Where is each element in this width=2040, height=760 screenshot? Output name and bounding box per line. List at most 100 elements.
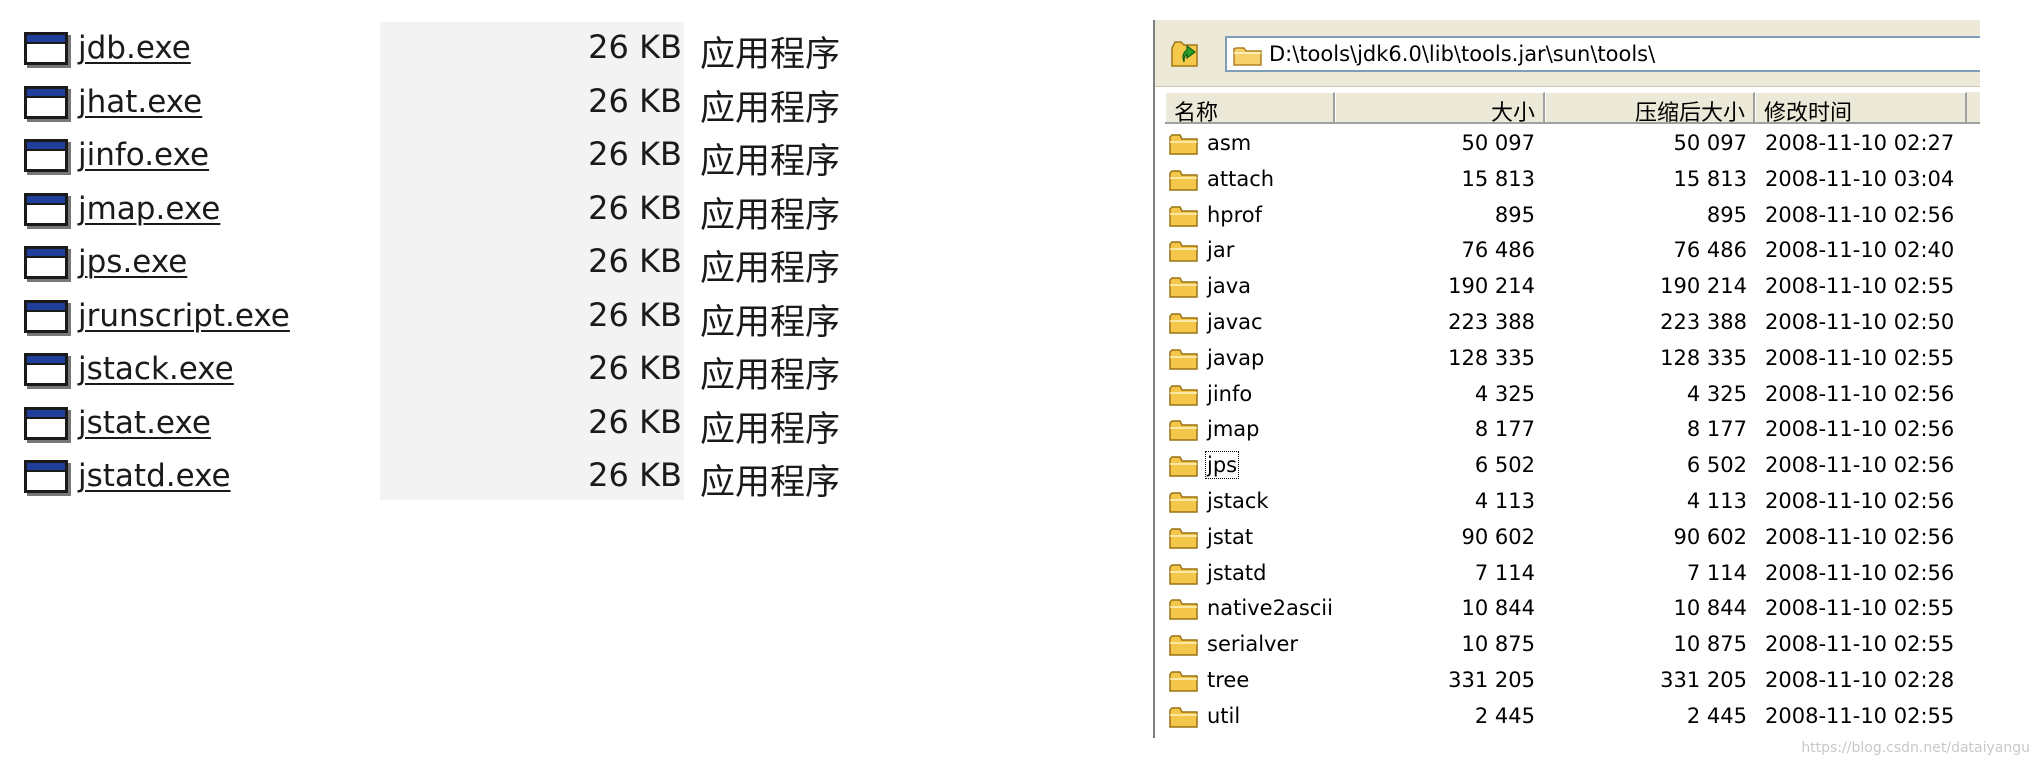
exe-window-icon: [24, 32, 71, 68]
address-toolbar: D:\tools\jdk6.0\lib\tools.jar\sun\tools\: [1155, 20, 1980, 87]
archive-row[interactable]: asm 50 097 50 097 2008-11-10 02:27: [1165, 126, 1980, 162]
archive-row-modified: 2008-11-10 02:55: [1765, 703, 1955, 728]
archive-row[interactable]: jmap 8 177 8 177 2008-11-10 02:56: [1165, 412, 1980, 448]
archive-row-modified: 2008-11-10 02:56: [1765, 488, 1955, 513]
folder-icon: [1169, 526, 1199, 555]
file-size: 26 KB: [588, 402, 682, 441]
archive-row-name[interactable]: jps: [1204, 451, 1240, 480]
archive-row-size: 76 486: [1461, 238, 1535, 263]
column-header-name[interactable]: 名称: [1165, 92, 1335, 126]
file-name-link[interactable]: jrunscript.exe: [78, 298, 290, 334]
archive-row[interactable]: jps 6 502 6 502 2008-11-10 02:56: [1165, 448, 1980, 484]
archive-row[interactable]: jstack 4 113 4 113 2008-11-10 02:56: [1165, 484, 1980, 520]
archive-row-name[interactable]: jmap: [1207, 417, 1260, 441]
file-name-link[interactable]: jps.exe: [78, 244, 187, 280]
archive-row-name[interactable]: jar: [1207, 238, 1234, 262]
archive-row[interactable]: jstatd 7 114 7 114 2008-11-10 02:56: [1165, 556, 1980, 592]
archive-row-packed-size: 8 177: [1686, 417, 1747, 442]
archive-row-modified: 2008-11-10 02:56: [1765, 417, 1955, 442]
folder-icon: [1169, 705, 1199, 734]
archive-row-name[interactable]: java: [1207, 274, 1251, 298]
file-name-link[interactable]: jstat.exe: [78, 405, 211, 441]
file-name-link[interactable]: jmap.exe: [78, 191, 220, 227]
archive-row-name[interactable]: attach: [1207, 167, 1274, 191]
archive-row-modified: 2008-11-10 02:56: [1765, 453, 1955, 478]
archive-row-size: 190 214: [1448, 274, 1535, 299]
archive-row-name[interactable]: native2ascii: [1207, 596, 1333, 620]
file-row[interactable]: jdb.exe 26 KB 应用程序: [22, 24, 872, 78]
file-row[interactable]: jstatd.exe 26 KB 应用程序: [22, 452, 872, 506]
archive-row-modified: 2008-11-10 02:56: [1765, 202, 1955, 227]
folder-icon: [1169, 562, 1199, 591]
file-row[interactable]: jps.exe 26 KB 应用程序: [22, 238, 872, 292]
path-text: D:\tools\jdk6.0\lib\tools.jar\sun\tools\: [1269, 42, 1656, 66]
archive-row-size: 4 325: [1474, 381, 1535, 406]
archive-row-name[interactable]: jstack: [1207, 489, 1269, 513]
archive-row-name[interactable]: javap: [1207, 346, 1264, 370]
archive-row-size: 15 813: [1461, 166, 1535, 191]
archive-row-modified: 2008-11-10 02:27: [1765, 131, 1955, 155]
archive-row-name[interactable]: jinfo: [1207, 382, 1252, 406]
exe-window-icon: [24, 353, 71, 389]
archive-row-packed-size: 10 844: [1673, 596, 1747, 621]
column-header-packed-size[interactable]: 压缩后大小: [1545, 92, 1755, 126]
archive-row-modified: 2008-11-10 02:55: [1765, 632, 1955, 657]
archive-window: D:\tools\jdk6.0\lib\tools.jar\sun\tools\…: [1153, 20, 1980, 738]
folder-icon: [1169, 132, 1199, 161]
file-name-link[interactable]: jstatd.exe: [78, 458, 231, 494]
file-row[interactable]: jinfo.exe 26 KB 应用程序: [22, 131, 872, 185]
archive-row[interactable]: jinfo 4 325 4 325 2008-11-10 02:56: [1165, 377, 1980, 413]
archive-row[interactable]: hprof 895 895 2008-11-10 02:56: [1165, 198, 1980, 234]
file-size: 26 KB: [588, 81, 682, 120]
up-folder-icon[interactable]: [1167, 34, 1205, 72]
exe-window-icon: [24, 246, 71, 282]
archive-row-size: 50 097: [1461, 131, 1535, 155]
folder-icon: [1169, 239, 1199, 268]
column-header: 名称 大小 压缩后大小 修改时间: [1165, 92, 1980, 126]
archive-row-name[interactable]: jstat: [1207, 525, 1253, 549]
archive-row[interactable]: tree 331 205 331 205 2008-11-10 02:28: [1165, 663, 1980, 699]
archive-row-modified: 2008-11-10 02:56: [1765, 560, 1955, 585]
archive-row-name[interactable]: javac: [1207, 310, 1263, 334]
file-size: 26 KB: [588, 349, 682, 387]
archive-row[interactable]: java 190 214 190 214 2008-11-10 02:55: [1165, 269, 1980, 305]
folder-icon: [1169, 311, 1199, 340]
column-header-modified[interactable]: 修改时间: [1755, 92, 1967, 126]
archive-row-packed-size: 10 875: [1673, 632, 1747, 657]
archive-row[interactable]: native2ascii 10 844 10 844 2008-11-10 02:55: [1165, 591, 1980, 627]
file-size: 26 KB: [588, 295, 682, 334]
archive-row[interactable]: jstat 90 602 90 602 2008-11-10 02:56: [1165, 520, 1980, 556]
archive-row-name[interactable]: util: [1207, 704, 1240, 728]
file-size: 26 KB: [588, 28, 682, 66]
file-name-link[interactable]: jstack.exe: [78, 351, 234, 387]
archive-row-packed-size: 331 205: [1660, 667, 1747, 692]
archive-row[interactable]: javac 223 388 223 388 2008-11-10 02:50: [1165, 305, 1980, 341]
archive-row-name[interactable]: jstatd: [1207, 561, 1266, 585]
archive-row-size: 7 114: [1474, 560, 1535, 585]
folder-icon: [1169, 275, 1199, 304]
file-type: 应用程序: [700, 463, 841, 503]
file-name-link[interactable]: jinfo.exe: [78, 137, 209, 173]
archive-row[interactable]: util 2 445 2 445 2008-11-10 02:55: [1165, 699, 1980, 735]
exe-file-list: jdb.exe 26 KB 应用程序 jhat.exe 26 KB 应用程序 jinfo.e…: [22, 24, 872, 506]
archive-row[interactable]: javap 128 335 128 335 2008-11-10 02:55: [1165, 341, 1980, 377]
archive-row-name[interactable]: tree: [1207, 668, 1249, 692]
archive-row-modified: 2008-11-10 02:55: [1765, 596, 1955, 621]
archive-row-name[interactable]: asm: [1207, 131, 1251, 155]
archive-row-name[interactable]: hprof: [1207, 203, 1262, 227]
archive-row-name[interactable]: serialver: [1207, 632, 1298, 656]
archive-row[interactable]: jar 76 486 76 486 2008-11-10 02:40: [1165, 233, 1980, 269]
file-name-link[interactable]: jdb.exe: [78, 30, 191, 66]
column-header-size[interactable]: 大小: [1335, 92, 1545, 126]
path-field[interactable]: D:\tools\jdk6.0\lib\tools.jar\sun\tools\: [1225, 36, 1980, 72]
file-row[interactable]: jhat.exe 26 KB 应用程序: [22, 78, 872, 132]
file-row[interactable]: jmap.exe 26 KB 应用程序: [22, 185, 872, 239]
file-row[interactable]: jstack.exe 26 KB 应用程序: [22, 345, 872, 399]
file-row[interactable]: jstat.exe 26 KB 应用程序: [22, 399, 872, 453]
file-row[interactable]: jrunscript.exe 26 KB 应用程序: [22, 292, 872, 346]
file-type: 应用程序: [700, 142, 841, 182]
archive-row[interactable]: attach 15 813 15 813 2008-11-10 03:04: [1165, 162, 1980, 198]
archive-row[interactable]: serialver 10 875 10 875 2008-11-10 02:55: [1165, 627, 1980, 663]
archive-row-packed-size: 15 813: [1673, 166, 1747, 191]
file-name-link[interactable]: jhat.exe: [78, 84, 202, 120]
